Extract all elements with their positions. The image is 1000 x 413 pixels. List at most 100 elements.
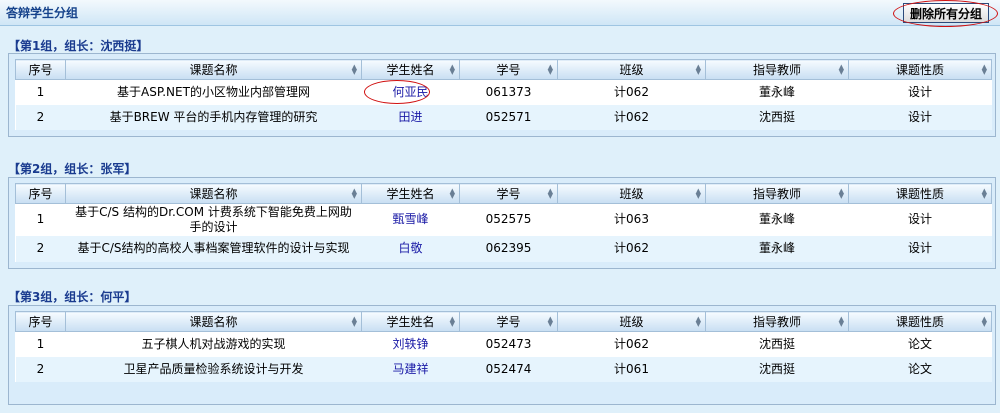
col-header-topic[interactable]: 课题名称 ▲ ▼ [65,59,362,80]
cell-teacher: 沈西挺 [705,331,849,357]
sort-arrows-icon: ▲ ▼ [351,63,357,76]
col-header-class[interactable]: 班级 ▲ ▼ [557,59,706,80]
col-header-no[interactable]: 序号 [15,183,66,204]
page-title: 答辩学生分组 [6,6,79,20]
cell-no: 1 [15,79,66,105]
sort-arrows-icon: ▲ ▼ [449,187,455,200]
student-link[interactable]: 刘轶铮 [392,337,428,351]
cell-topic: 基于BREW 平台的手机内存管理的研究 [65,104,362,130]
col-header-topic[interactable]: 课题名称 ▲ ▼ [65,311,362,332]
sort-arrows-icon: ▲ ▼ [547,315,553,328]
col-header-id[interactable]: 学号 ▲ ▼ [459,183,558,204]
cell-no: 2 [15,104,66,130]
cell-nature: 论文 [848,356,992,382]
col-header-no[interactable]: 序号 [15,59,66,80]
cell-student: 田进 [361,104,460,130]
table-row: 2 基于BREW 平台的手机内存管理的研究 田进 052571 计062 沈西挺… [15,104,992,130]
cell-teacher: 董永峰 [705,79,849,105]
cell-student: 甄雪峰 [361,203,460,236]
group-panel: 序号 课题名称 ▲ ▼ 学生姓名 ▲ ▼ 学号 ▲ ▼ 班级 ▲ ▼ 指导教师 ▲ ▼ 课题性质 ▲ ▼… [8,53,996,137]
delete-all-groups-button[interactable]: 删除所有分组 [903,3,989,23]
cell-nature: 设计 [848,79,992,105]
sort-arrows-icon: ▲ ▼ [695,315,701,328]
col-header-nature[interactable]: 课题性质 ▲ ▼ [848,311,992,332]
table-header-row: 序号 课题名称 ▲ ▼ 学生姓名 ▲ ▼ 学号 ▲ ▼ 班级 ▲ ▼ 指导教师 ▲ ▼ 课题性质 ▲ ▼ [15,183,992,204]
group-table: 序号 课题名称 ▲ ▼ 学生姓名 ▲ ▼ 学号 ▲ ▼ 班级 ▲ ▼ 指导教师 ▲ ▼ 课题性质 ▲ ▼… [15,311,992,382]
col-header-id[interactable]: 学号 ▲ ▼ [459,311,558,332]
student-link[interactable]: 甄雪峰 [392,212,428,226]
cell-nature: 设计 [848,203,992,236]
cell-teacher: 沈西挺 [705,356,849,382]
col-header-student[interactable]: 学生姓名 ▲ ▼ [361,59,460,80]
student-link[interactable]: 白敬 [398,241,422,255]
cell-id: 052571 [459,104,558,130]
cell-no: 2 [15,356,66,382]
group-panel: 序号 课题名称 ▲ ▼ 学生姓名 ▲ ▼ 学号 ▲ ▼ 班级 ▲ ▼ 指导教师 ▲ ▼ 课题性质 ▲ ▼… [8,305,996,405]
col-header-teacher[interactable]: 指导教师 ▲ ▼ [705,183,849,204]
sort-arrows-icon: ▲ ▼ [351,315,357,328]
table-row: 2 基于C/S结构的高校人事档案管理软件的设计与实现 白敬 062395 计06… [15,235,992,262]
sort-arrows-icon: ▲ ▼ [838,63,844,76]
col-header-class[interactable]: 班级 ▲ ▼ [557,311,706,332]
cell-class: 计061 [557,356,706,382]
sort-arrows-icon: ▲ ▼ [547,187,553,200]
sort-arrows-icon: ▲ ▼ [449,315,455,328]
cell-student: 白敬 [361,235,460,262]
sort-arrows-icon: ▲ ▼ [695,63,701,76]
table-header-row: 序号 课题名称 ▲ ▼ 学生姓名 ▲ ▼ 学号 ▲ ▼ 班级 ▲ ▼ 指导教师 ▲ ▼ 课题性质 ▲ ▼ [15,311,992,332]
top-bar: 答辩学生分组 删除所有分组 [0,0,1000,27]
cell-teacher: 沈西挺 [705,104,849,130]
sort-arrows-icon: ▲ ▼ [838,187,844,200]
cell-id: 052474 [459,356,558,382]
cell-student: 何亚民 [361,79,460,105]
sort-arrows-icon: ▲ ▼ [981,187,987,200]
table-row: 1 五子棋人机对战游戏的实现 刘轶铮 052473 计062 沈西挺 论文 [15,331,992,357]
student-link[interactable]: 马建祥 [392,362,428,376]
col-header-teacher[interactable]: 指导教师 ▲ ▼ [705,311,849,332]
table-row: 1 基于ASP.NET的小区物业内部管理网 何亚民 061373 计062 董永… [15,79,992,105]
cell-topic: 五子棋人机对战游戏的实现 [65,331,362,357]
cell-student: 马建祥 [361,356,460,382]
student-link[interactable]: 何亚民 [392,85,428,99]
sort-arrows-icon: ▲ ▼ [351,187,357,200]
cell-topic: 基于C/S结构的高校人事档案管理软件的设计与实现 [65,235,362,262]
col-header-student[interactable]: 学生姓名 ▲ ▼ [361,183,460,204]
cell-no: 1 [15,331,66,357]
group-title: 【第1组，组长：沈西挺】 [8,39,149,53]
group-table: 序号 课题名称 ▲ ▼ 学生姓名 ▲ ▼ 学号 ▲ ▼ 班级 ▲ ▼ 指导教师 ▲ ▼ 课题性质 ▲ ▼… [15,59,992,130]
sort-arrows-icon: ▲ ▼ [449,63,455,76]
group-table: 序号 课题名称 ▲ ▼ 学生姓名 ▲ ▼ 学号 ▲ ▼ 班级 ▲ ▼ 指导教师 ▲ ▼ 课题性质 ▲ ▼… [15,183,992,262]
cell-class: 计062 [557,79,706,105]
cell-student: 刘轶铮 [361,331,460,357]
sort-arrows-icon: ▲ ▼ [981,315,987,328]
cell-id: 052575 [459,203,558,236]
table-row: 2 卫星产品质量检验系统设计与开发 马建祥 052474 计061 沈西挺 论文 [15,356,992,382]
sort-arrows-icon: ▲ ▼ [981,63,987,76]
sort-arrows-icon: ▲ ▼ [547,63,553,76]
cell-class: 计062 [557,235,706,262]
cell-id: 061373 [459,79,558,105]
table-row: 1 基于C/S 结构的Dr.COM 计费系统下智能免费上网助手的设计 甄雪峰 0… [15,203,992,236]
cell-id: 052473 [459,331,558,357]
col-header-topic[interactable]: 课题名称 ▲ ▼ [65,183,362,204]
col-header-teacher[interactable]: 指导教师 ▲ ▼ [705,59,849,80]
sort-arrows-icon: ▲ ▼ [838,315,844,328]
col-header-student[interactable]: 学生姓名 ▲ ▼ [361,311,460,332]
cell-topic: 基于C/S 结构的Dr.COM 计费系统下智能免费上网助手的设计 [65,203,362,236]
cell-topic: 基于ASP.NET的小区物业内部管理网 [65,79,362,105]
cell-class: 计063 [557,203,706,236]
col-header-nature[interactable]: 课题性质 ▲ ▼ [848,59,992,80]
group-title: 【第2组，组长：张军】 [8,162,137,176]
col-header-nature[interactable]: 课题性质 ▲ ▼ [848,183,992,204]
cell-nature: 设计 [848,104,992,130]
cell-class: 计062 [557,331,706,357]
group-panel: 序号 课题名称 ▲ ▼ 学生姓名 ▲ ▼ 学号 ▲ ▼ 班级 ▲ ▼ 指导教师 ▲ ▼ 课题性质 ▲ ▼… [8,177,996,269]
student-link[interactable]: 田进 [398,110,422,124]
col-header-class[interactable]: 班级 ▲ ▼ [557,183,706,204]
col-header-id[interactable]: 学号 ▲ ▼ [459,59,558,80]
cell-nature: 设计 [848,235,992,262]
cell-topic: 卫星产品质量检验系统设计与开发 [65,356,362,382]
cell-nature: 论文 [848,331,992,357]
col-header-no[interactable]: 序号 [15,311,66,332]
table-header-row: 序号 课题名称 ▲ ▼ 学生姓名 ▲ ▼ 学号 ▲ ▼ 班级 ▲ ▼ 指导教师 ▲ ▼ 课题性质 ▲ ▼ [15,59,992,80]
